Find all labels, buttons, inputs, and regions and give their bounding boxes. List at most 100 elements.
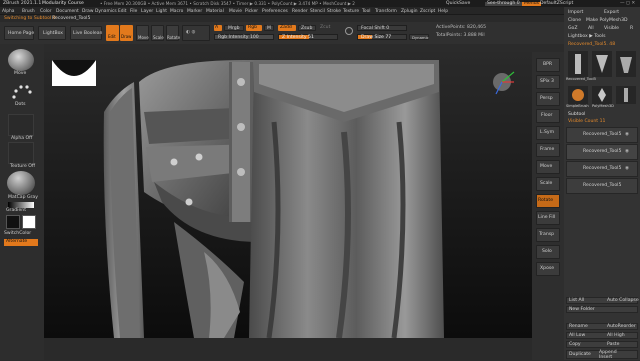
home-page-button[interactable]: Home Page xyxy=(4,26,34,40)
paste-button[interactable]: Paste xyxy=(607,342,619,348)
rename-button[interactable]: Rename xyxy=(569,324,588,330)
autoreorder-button[interactable]: AutoReorder xyxy=(607,324,636,330)
stroke-thumbnail[interactable] xyxy=(8,82,34,102)
menu-item[interactable]: Brush xyxy=(22,9,35,14)
import-button[interactable]: Import xyxy=(568,10,583,16)
zcut-toggle[interactable]: Zcut xyxy=(320,25,330,31)
menu-item[interactable]: Draw xyxy=(82,9,93,14)
subtool-row[interactable]: Recovered_Tool5 xyxy=(566,178,638,194)
menu-item[interactable]: Tool xyxy=(362,9,371,14)
bpr-button[interactable]: BPR xyxy=(536,58,560,72)
live-boolean-button[interactable]: Live Boolean xyxy=(70,26,102,40)
lsym-button[interactable]: L.Sym xyxy=(536,126,560,140)
clone-button[interactable]: Clone xyxy=(568,18,581,24)
move-view-button[interactable]: Move xyxy=(536,160,560,174)
subtool-row[interactable]: Recovered_Tool5 ◉ xyxy=(566,127,638,143)
duplicate-button[interactable]: Duplicate xyxy=(569,352,591,358)
menu-item[interactable]: Layer xyxy=(141,9,153,14)
menu-item[interactable]: Edit xyxy=(118,9,127,14)
focal-shift-slider[interactable]: Focal Shift 0 xyxy=(357,25,407,31)
menu-item[interactable]: Picker xyxy=(245,9,258,14)
new-folder-button[interactable]: New Folder xyxy=(569,307,595,313)
menu-item[interactable]: Help xyxy=(438,9,448,14)
menu-item[interactable]: Macro xyxy=(170,9,183,14)
menu-item[interactable]: Document xyxy=(56,9,79,14)
see-through-slider[interactable]: See-through 0 xyxy=(485,1,522,7)
floor-button[interactable]: Floor xyxy=(536,109,560,123)
alternate-button[interactable]: Alternate xyxy=(4,239,38,246)
lightbox-button[interactable]: LightBox xyxy=(38,26,66,40)
menu-item[interactable]: Transform xyxy=(375,9,397,14)
switch-color-button[interactable]: SwitchColor xyxy=(4,231,31,237)
all-high-button[interactable]: All High xyxy=(607,333,625,339)
menu-item[interactable]: Stencil xyxy=(310,9,325,14)
a-toggle[interactable]: A xyxy=(214,25,222,31)
draw-size-slider[interactable]: Draw Size 77 xyxy=(357,34,407,40)
brush-icons-group[interactable]: ◐ ◍ xyxy=(182,25,210,41)
subtool-header[interactable]: Subtool xyxy=(568,112,585,118)
menu-item[interactable]: Dynamics xyxy=(95,9,117,14)
main-color-swatch[interactable] xyxy=(6,215,20,229)
z-intensity-slider[interactable]: Z Intensity 51 xyxy=(278,34,338,40)
scale-mode-button[interactable]: Scale xyxy=(151,25,164,41)
menu-item[interactable]: Marker xyxy=(187,9,202,14)
default-script-button[interactable]: DefaultZScript xyxy=(540,1,573,7)
material-thumbnail[interactable] xyxy=(7,171,35,195)
mrgb-toggle[interactable]: Mrgb xyxy=(224,25,244,31)
goz-button[interactable]: GoZ xyxy=(568,26,578,32)
move-mode-button[interactable]: Move xyxy=(136,25,149,41)
window-controls[interactable]: — ◻ ✕ xyxy=(620,1,635,7)
eye-icon[interactable]: ◉ xyxy=(625,149,629,155)
line-fill-button[interactable]: Line Fill xyxy=(536,211,560,225)
dynamic-toggle[interactable]: Dynamic xyxy=(409,34,429,40)
transp-button[interactable]: Transp xyxy=(536,228,560,242)
persp-button[interactable]: Persp xyxy=(536,92,560,106)
visible-button[interactable]: Visible xyxy=(604,26,619,32)
export-button[interactable]: Export xyxy=(604,10,619,16)
make-polymesh-button[interactable]: Make PolyMesh3D xyxy=(586,18,628,24)
frame-button[interactable]: Frame xyxy=(536,143,560,157)
quicksave-button[interactable]: QuickSave xyxy=(446,1,470,7)
menu-item[interactable]: Preferences xyxy=(262,9,288,14)
all-low-button[interactable]: All Low xyxy=(569,333,585,339)
viewport-canvas[interactable] xyxy=(44,52,532,338)
texture-thumbnail[interactable] xyxy=(8,142,34,164)
xpose-button[interactable]: Xpose xyxy=(536,262,560,276)
eye-icon[interactable]: ◉ xyxy=(625,132,629,138)
all-button[interactable]: All xyxy=(588,26,594,32)
menu-item[interactable]: Stroke xyxy=(327,9,341,14)
solo-button[interactable]: Solo xyxy=(536,245,560,259)
tool-thumbnail[interactable] xyxy=(568,51,588,77)
menus-toggle[interactable]: Menus xyxy=(522,1,542,7)
secondary-color-swatch[interactable] xyxy=(22,215,36,229)
menu-item[interactable]: File xyxy=(130,9,137,14)
tool-thumbnail[interactable] xyxy=(616,51,636,77)
draw-mode-button[interactable]: Draw xyxy=(120,25,133,41)
copy-button[interactable]: Copy xyxy=(569,342,581,348)
menu-item[interactable]: Zscript xyxy=(420,9,435,14)
m-toggle[interactable]: M xyxy=(264,25,274,31)
lazy-mouse-icon[interactable] xyxy=(345,27,353,35)
polymesh-thumbnail[interactable] xyxy=(592,86,612,104)
brush-thumbnail[interactable] xyxy=(8,49,34,71)
scale-view-button[interactable]: Scale xyxy=(536,177,560,191)
rgb-toggle[interactable]: Rgb xyxy=(246,25,262,31)
tool-thumbnail[interactable] xyxy=(616,86,636,104)
lightbox-tools-button[interactable]: Lightbox ▶ Tools xyxy=(568,34,606,40)
menu-item[interactable]: Light xyxy=(156,9,167,14)
rgb-intensity-slider[interactable]: Rgb Intensity 100 xyxy=(214,34,274,40)
menu-item[interactable]: Zplugin xyxy=(401,9,418,14)
list-all-button[interactable]: List All xyxy=(569,298,584,304)
eye-icon[interactable]: ◉ xyxy=(625,166,629,172)
menu-item[interactable]: Texture xyxy=(343,9,359,14)
menu-item[interactable]: Alpha xyxy=(2,9,14,14)
tool-thumbnail[interactable] xyxy=(592,51,612,77)
r-button[interactable]: R xyxy=(630,26,633,32)
menu-item[interactable]: Movie xyxy=(229,9,242,14)
visible-count-slider[interactable]: Visible Count 11 xyxy=(568,119,605,125)
zadd-toggle[interactable]: Zadd xyxy=(278,25,296,31)
auto-collapse-button[interactable]: Auto Collapse xyxy=(607,298,639,304)
edit-mode-button[interactable]: Edit xyxy=(106,25,119,41)
menu-item[interactable]: Render xyxy=(292,9,308,14)
menu-item[interactable]: Material xyxy=(206,9,224,14)
